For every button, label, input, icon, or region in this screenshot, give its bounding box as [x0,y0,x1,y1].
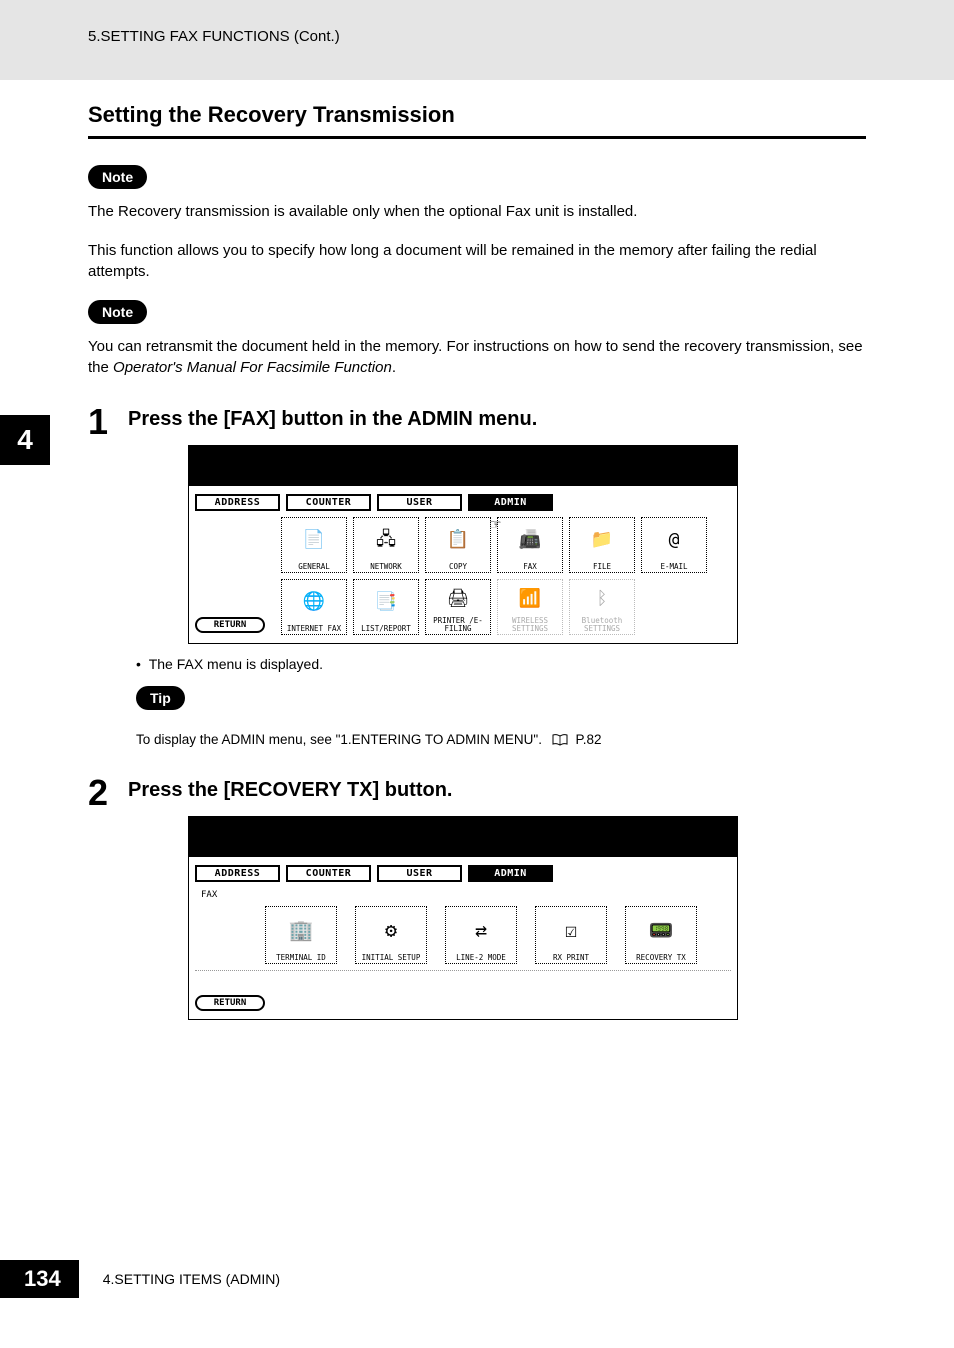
button-icon: ☑ [565,907,577,954]
running-header: 5.SETTING FAX FUNCTIONS (Cont.) [0,0,954,80]
lcd-button-e-mail[interactable]: @E-MAIL [641,517,707,573]
lcd-button-rx-print[interactable]: ☑RX PRINT [535,906,607,964]
lcd-button-bluetooth-settings: ᛒBluetooth SETTINGS [569,579,635,635]
button-icon: 📁 [591,518,613,563]
lcd-subtitle: FAX [195,888,731,906]
step-2-title: Press the [RECOVERY TX] button. [128,779,866,802]
button-icon: ⚙ [385,907,397,954]
page-number: 134 [0,1260,79,1298]
page-reference: P.82 [576,732,602,747]
button-icon: @ [669,518,680,563]
lcd-button-line-2-mode[interactable]: ⇄LINE-2 MODE [445,906,517,964]
tip-reference: To display the ADMIN menu, see "1.ENTERI… [136,732,866,749]
step-1: 1 Press the [FAX] button in the ADMIN me… [88,408,866,749]
lcd-panel-body: ADDRESS COUNTER USER ADMIN 📄GENERAL🖧NETWORK… [189,486,737,643]
note-block-1: Note The Recovery transmission is availa… [88,165,866,282]
lcd-button-list-report[interactable]: 📑LIST/REPORT [353,579,419,635]
lcd-button-row: 🏢TERMINAL ID ⚙INITIAL SETUP ⇄LINE-2 MODE ☑R… [195,906,731,964]
step-number-2: 2 [88,779,128,808]
lcd-blackbar [189,817,737,857]
lcd-tab-address[interactable]: ADDRESS [195,494,280,511]
lcd-button-file[interactable]: 📁FILE [569,517,635,573]
step-1-note: • The FAX menu is displayed. [136,656,866,672]
lcd-button-terminal-id[interactable]: 🏢TERMINAL ID [265,906,337,964]
lcd-tab-counter[interactable]: COUNTER [286,494,371,511]
lcd-button-copy[interactable]: 📋COPY [425,517,491,573]
note-block-2: Note You can retransmit the document hel… [88,300,866,378]
paragraph-2: This function allows you to specify how … [88,240,866,282]
divider [195,970,731,971]
button-icon: 📄 [303,518,325,563]
running-title: 5.SETTING FAX FUNCTIONS (Cont.) [88,28,340,45]
step-2: 2 Press the [RECOVERY TX] button. ADDRES… [88,779,866,1032]
lcd-tab-user[interactable]: USER [377,865,462,882]
note-pill: Note [88,165,147,189]
button-icon: 🏢 [289,907,314,954]
lcd-tab-counter[interactable]: COUNTER [286,865,371,882]
step-number-1: 1 [88,408,128,437]
page-footer: 134 4.SETTING ITEMS (ADMIN) [0,1260,280,1298]
button-icon: 🖧 [376,518,396,563]
lcd-tab-row: ADDRESS COUNTER USER ADMIN [195,865,731,882]
button-icon: 📶 [519,580,541,617]
button-icon: 🌐 [303,580,325,625]
paragraph-1: The Recovery transmission is available o… [88,201,866,222]
lcd-screenshot-2: ADDRESS COUNTER USER ADMIN FAX 🏢TERMINAL ID… [188,816,738,1020]
lcd-button-row-1: 📄GENERAL🖧NETWORK📋COPY📠FAX📁FILE@E-MAIL [195,517,731,573]
lcd-button-general[interactable]: 📄GENERAL [281,517,347,573]
button-icon: 📠 [519,518,541,563]
lcd-tab-address[interactable]: ADDRESS [195,865,280,882]
lcd-button-printer-e-filing[interactable]: 🖨PRINTER /E-FILING [425,579,491,635]
lcd-button-row-2: 🌐INTERNET FAX📑LIST/REPORT🖨PRINTER /E-FIL… [195,579,731,635]
tip-block: Tip To display the ADMIN menu, see "1.EN… [136,686,866,749]
return-button[interactable]: RETURN [195,995,265,1011]
lcd-button-internet-fax[interactable]: 🌐INTERNET FAX [281,579,347,635]
footer-text: 4.SETTING ITEMS (ADMIN) [103,1271,280,1287]
lcd-panel-body: ADDRESS COUNTER USER ADMIN FAX 🏢TERMINAL ID… [189,857,737,1019]
return-button[interactable]: RETURN [195,617,265,633]
button-icon: 📑 [375,580,397,625]
lcd-blackbar [189,446,737,486]
button-icon: ⇄ [475,907,487,954]
button-icon: 📋 [447,518,469,563]
paragraph-3: You can retransmit the document held in … [88,336,866,378]
lcd-button-fax[interactable]: 📠FAX [497,517,563,573]
lcd-button-wireless-settings: 📶WIRELESS SETTINGS [497,579,563,635]
button-icon: 🖨 [447,580,470,617]
tip-pill: Tip [136,686,185,710]
step-body-2: Press the [RECOVERY TX] button. ADDRESS C… [128,779,866,1032]
lcd-button-initial-setup[interactable]: ⚙INITIAL SETUP [355,906,427,964]
lcd-button-recovery-tx[interactable]: 📟RECOVERY TX [625,906,697,964]
chapter-tab: 4 [0,415,50,465]
book-icon [552,734,568,749]
step-1-title: Press the [FAX] button in the ADMIN menu… [128,408,866,431]
main-content: Setting the Recovery Transmission Note T… [0,80,954,1032]
lcd-tab-admin[interactable]: ADMIN [468,865,553,882]
lcd-screenshot-1: ADDRESS COUNTER USER ADMIN 📄GENERAL🖧NETWORK… [188,445,738,644]
note-pill: Note [88,300,147,324]
lcd-tab-row: ADDRESS COUNTER USER ADMIN [195,494,731,511]
lcd-tab-user[interactable]: USER [377,494,462,511]
button-icon: 📟 [649,907,674,954]
lcd-tab-admin[interactable]: ADMIN [468,494,553,511]
manual-reference: Operator's Manual For Facsimile Function [113,359,392,376]
button-icon: ᛒ [597,580,608,617]
lcd-button-network[interactable]: 🖧NETWORK [353,517,419,573]
step-body-1: Press the [FAX] button in the ADMIN menu… [128,408,866,749]
section-title: Setting the Recovery Transmission [88,102,866,139]
